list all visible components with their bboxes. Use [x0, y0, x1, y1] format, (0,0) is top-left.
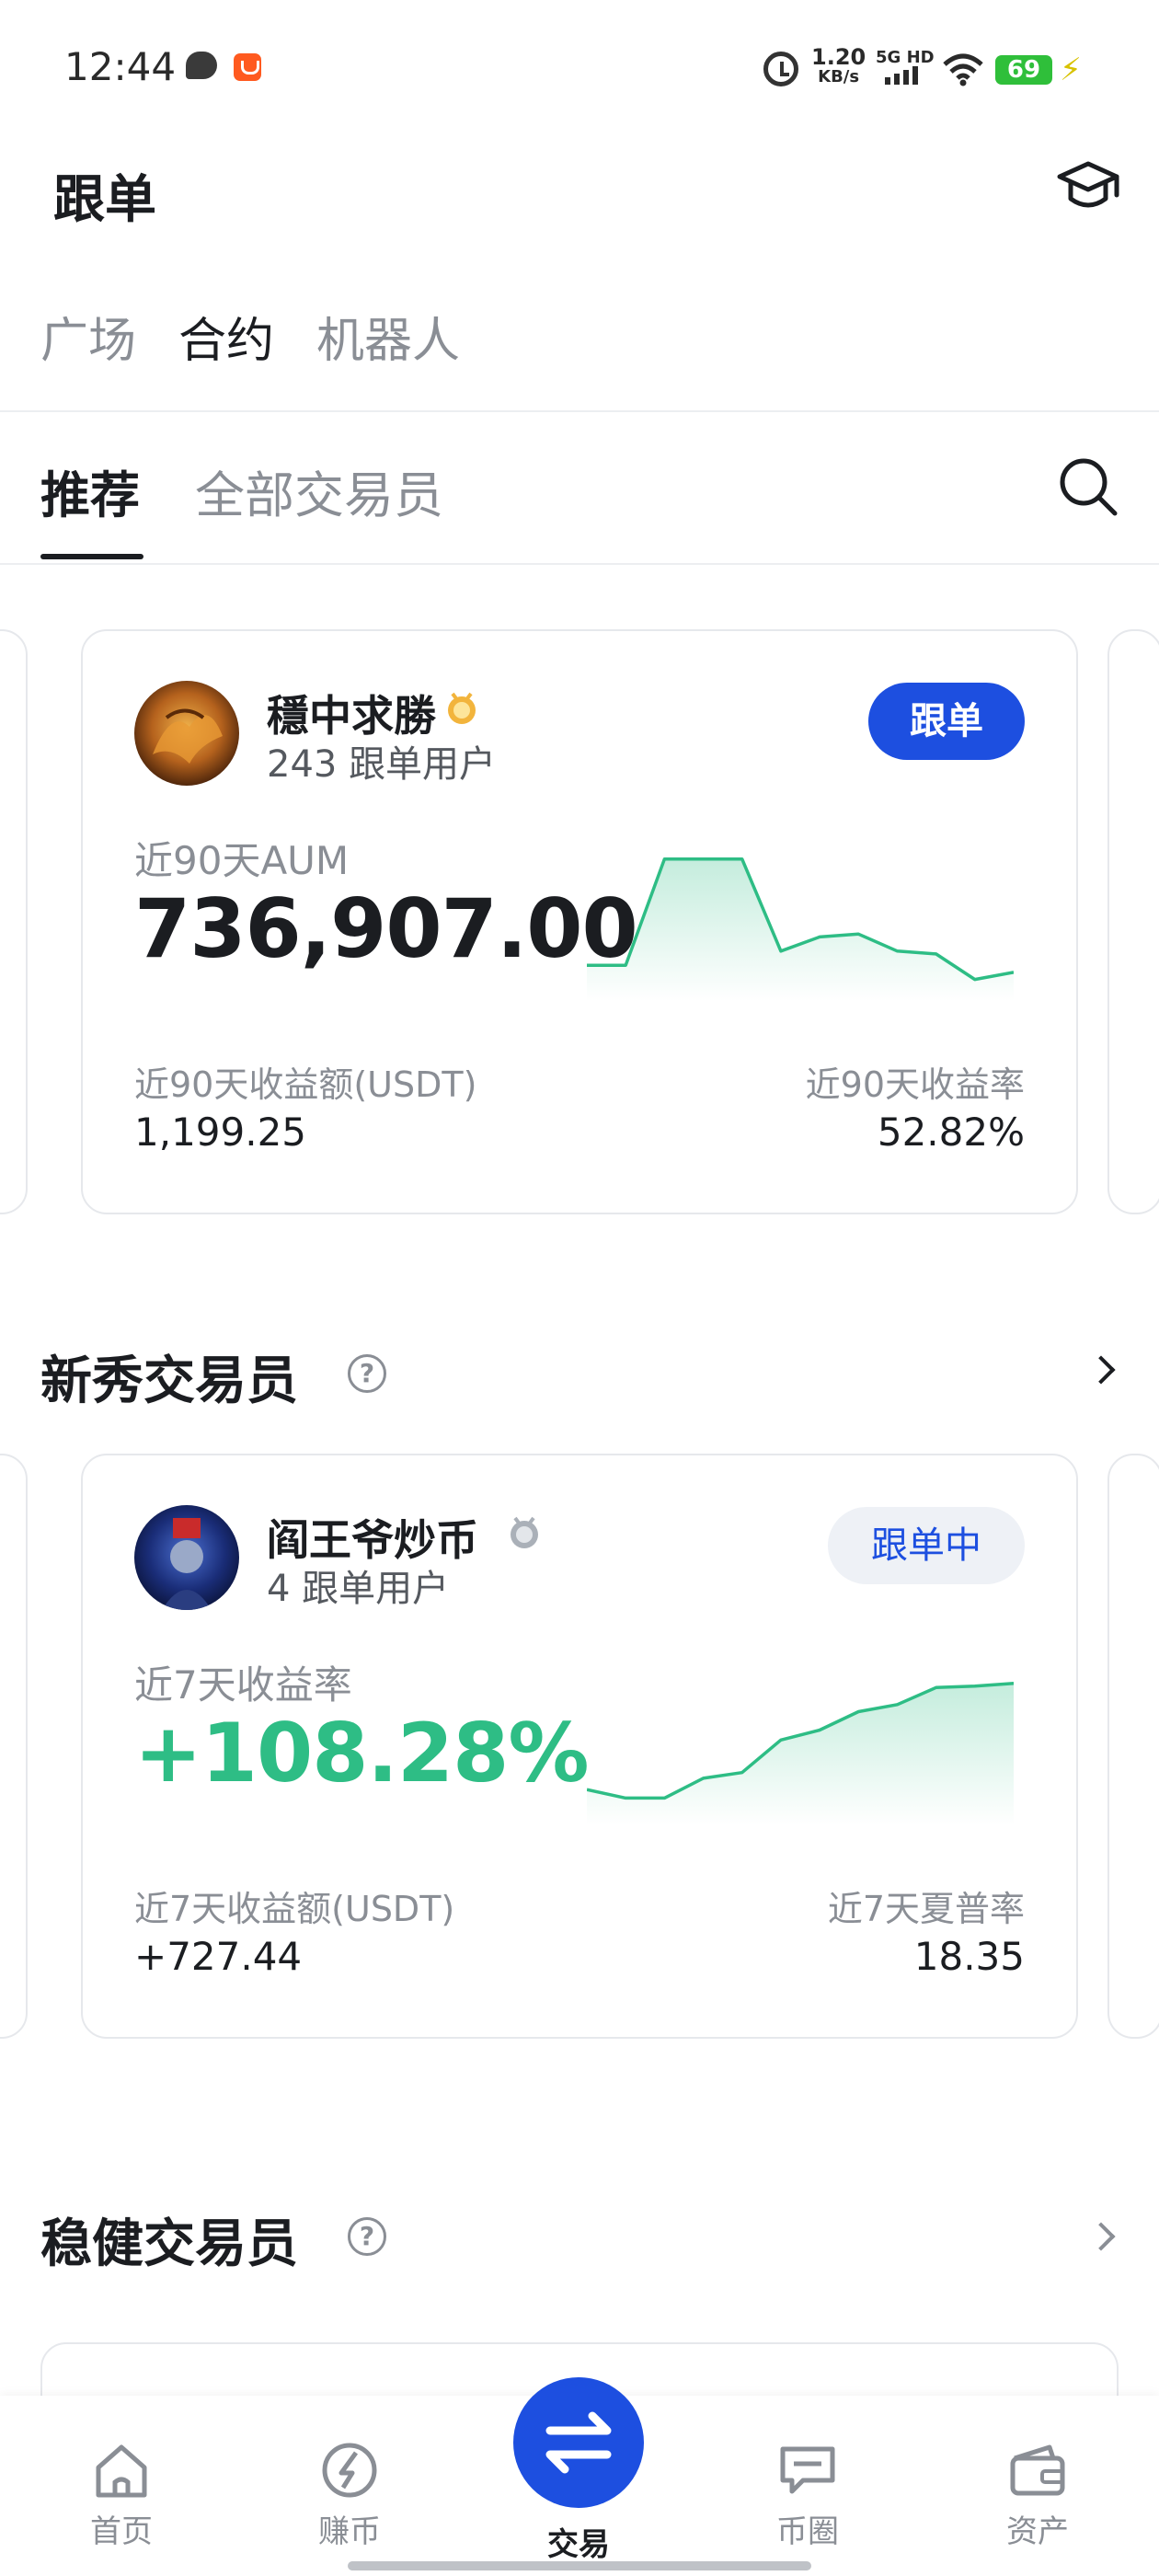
wallet-icon	[1010, 2444, 1065, 2496]
sparkline-area	[587, 1683, 1014, 1825]
charging-icon: ⚡	[1060, 52, 1082, 88]
next-card-peek[interactable]	[1107, 629, 1159, 1214]
nav-label: 首页	[90, 2513, 153, 2550]
gold-medal-icon	[448, 692, 476, 724]
app-notification-icon	[234, 53, 261, 81]
wifi-icon	[943, 53, 983, 86]
follower-count: 4 跟单用户	[267, 1568, 450, 1610]
help-icon[interactable]: ?	[348, 1354, 386, 1393]
page-title: 跟单	[53, 170, 156, 230]
nav-earn[interactable]: 赚币	[285, 2438, 414, 2551]
chat-icon	[780, 2446, 835, 2494]
metric-value: +108.28%	[134, 1706, 589, 1800]
nav-label: 币圈	[776, 2513, 839, 2550]
earn-icon	[322, 2443, 377, 2498]
previous-card-peek[interactable]	[0, 629, 28, 1214]
chevron-right-icon[interactable]	[1086, 1355, 1116, 1385]
home-indicator[interactable]	[348, 2561, 811, 2570]
metric-label: 近90天AUM	[134, 838, 350, 883]
active-tab-indicator	[40, 554, 143, 559]
status-bar: 12:44 1.20 KB/s 5G HD 69 ⚡	[0, 0, 1159, 138]
featured-trader-card[interactable]: 穩中求勝 243 跟单用户 跟单 近90天AUM 736,907.00 近90天…	[81, 629, 1078, 1214]
previous-card-peek[interactable]	[0, 1454, 28, 2039]
rookie-trader-card[interactable]: 阎王爷炒币 4 跟单用户 跟单中 近7天收益率 +108.28% 近7天收益额(…	[81, 1454, 1078, 2039]
profit-label: 近7天收益额(USDT)	[134, 1889, 455, 1929]
avatar[interactable]	[134, 1505, 239, 1610]
metric-value: 736,907.00	[134, 881, 638, 976]
graduation-cap-icon[interactable]	[1056, 158, 1120, 219]
chevron-right-icon[interactable]	[1086, 2222, 1116, 2251]
nav-trade[interactable]	[513, 2377, 644, 2508]
roi-label: 近90天收益率	[805, 1064, 1025, 1105]
nav-home[interactable]: 首页	[57, 2438, 186, 2551]
search-icon[interactable]	[1056, 454, 1120, 519]
profit-value: 1,199.25	[134, 1110, 307, 1155]
roi-sparkline	[587, 1681, 1014, 1825]
silver-medal-icon	[511, 1516, 538, 1548]
home-icon	[96, 2444, 147, 2498]
status-time: 12:44	[64, 44, 177, 89]
follow-button[interactable]: 跟单	[868, 683, 1025, 760]
battery-icon: 69	[995, 55, 1052, 85]
help-icon[interactable]: ?	[348, 2217, 386, 2256]
divider	[0, 410, 1159, 412]
nav-label: 赚币	[318, 2513, 381, 2550]
aum-sparkline	[587, 857, 1014, 1001]
tab-square[interactable]: 广场	[40, 302, 136, 371]
avatar[interactable]	[134, 681, 239, 786]
nav-assets[interactable]: 资产	[973, 2438, 1102, 2551]
sparkline-area	[587, 858, 1014, 1001]
nav-label: 资产	[1006, 2513, 1069, 2550]
nav-community[interactable]: 币圈	[743, 2438, 872, 2551]
net-speed-value: 1.20	[811, 44, 866, 70]
network-type: 5G HD	[876, 48, 935, 67]
sub-tabs: 广场 合约 机器人	[40, 302, 460, 371]
following-button[interactable]: 跟单中	[828, 1507, 1025, 1584]
message-notification-icon	[186, 52, 217, 79]
roi-value: 52.82%	[877, 1110, 1025, 1155]
alarm-icon	[763, 52, 798, 86]
tab-bot[interactable]: 机器人	[316, 302, 460, 371]
tab-recommended[interactable]: 推荐	[40, 454, 140, 527]
main-tabs: 推荐 全部交易员	[40, 454, 443, 527]
section-title-rookie: 新秀交易员	[40, 1351, 298, 1411]
divider	[0, 563, 1159, 565]
trade-icon	[545, 2411, 612, 2474]
nav-label: 交易	[547, 2526, 610, 2563]
tab-all-traders[interactable]: 全部交易员	[195, 454, 443, 527]
signal-icon	[885, 66, 918, 85]
sharpe-label: 近7天夏普率	[827, 1889, 1025, 1929]
follower-count: 243 跟单用户	[267, 743, 497, 786]
net-speed-unit: KB/s	[818, 67, 860, 86]
profit-label: 近90天收益额(USDT)	[134, 1064, 477, 1105]
sharpe-value: 18.35	[913, 1934, 1025, 1979]
section-title-steady: 稳健交易员	[40, 2214, 298, 2274]
profit-value: +727.44	[134, 1934, 303, 1979]
next-card-peek[interactable]	[1107, 1454, 1159, 2039]
net-speed: 1.20 KB/s	[811, 46, 866, 86]
metric-label: 近7天收益率	[134, 1662, 352, 1708]
tab-contract[interactable]: 合约	[178, 302, 274, 371]
